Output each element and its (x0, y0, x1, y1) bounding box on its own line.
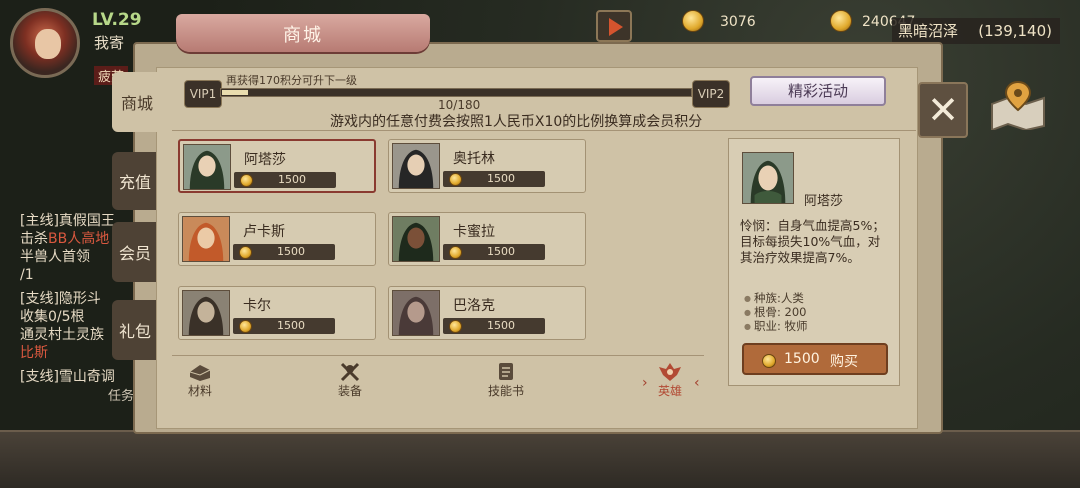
category-label: 英雄 (657, 384, 682, 398)
gold-coin-icon (449, 246, 462, 259)
vip-progress-bar (220, 88, 692, 97)
hero-portrait (392, 290, 440, 336)
quest-more: 任务 (108, 389, 135, 404)
quest-side-2[interactable]: [支线]雪山奇调 任务 (20, 368, 140, 406)
location-name: 黑暗沼泽 (898, 22, 959, 40)
gold-coin-icon (449, 320, 462, 333)
gold-coin-icon (239, 320, 252, 333)
category-label: 材料 (187, 384, 212, 398)
hero-portrait (182, 216, 230, 262)
play-icon[interactable] (596, 10, 632, 42)
category-equipment[interactable]: 装备 (318, 362, 382, 402)
gold-coin-icon (762, 354, 776, 368)
hero-price: 1500 (487, 319, 515, 332)
buy-button[interactable]: 1500 购买 (742, 343, 888, 375)
vip-next-badge: VIP2 (692, 80, 730, 108)
scroll-icon (499, 363, 513, 380)
hero-card[interactable]: 卡蜜拉 1500 (388, 212, 586, 266)
hero-card[interactable]: 阿塔莎 1500 (178, 139, 376, 193)
detail-hero-name: 阿塔莎 (804, 194, 844, 209)
hero-portrait (392, 216, 440, 262)
bottom-hud-bar (0, 430, 1080, 488)
detail-portrait (742, 152, 794, 204)
detail-skill-desc: 怜悯：自身气血提高5%；目标每损失10%气血，对其治疗效果提高7%。 (740, 218, 885, 265)
hero-price: 1500 (487, 172, 515, 185)
tab-recharge[interactable]: 充值 (112, 152, 158, 210)
hero-price-bar: 1500 (443, 171, 545, 187)
gold-coin-icon (240, 174, 253, 187)
hero-portrait (183, 144, 231, 190)
hero-name: 卡蜜拉 (453, 224, 495, 240)
hero-portrait (182, 290, 230, 336)
hero-card[interactable]: 奥托林 1500 (388, 139, 586, 193)
category-heroes[interactable]: 英雄 (638, 362, 702, 402)
gold-coin-icon (682, 10, 704, 32)
gold-amount: 3076 (720, 14, 756, 30)
hero-portrait (392, 143, 440, 189)
hero-card[interactable]: 卢卡斯 1500 (178, 212, 376, 266)
hero-name: 卡尔 (243, 298, 271, 314)
vip-current-badge: VIP1 (184, 80, 222, 108)
category-label: 技能书 (487, 384, 524, 398)
hero-price-bar: 1500 (233, 244, 335, 260)
quest-target: BB人高地 (48, 231, 110, 247)
category-skillbook[interactable]: 技能书 (474, 362, 538, 402)
hero-card[interactable]: 巴洛克 1500 (388, 286, 586, 340)
hero-price: 1500 (277, 319, 305, 332)
hero-price-bar: 1500 (443, 318, 545, 334)
hero-price: 1500 (278, 173, 306, 186)
gold-coin-icon (239, 246, 252, 259)
detail-job: 职业: 牧师 (744, 318, 808, 334)
gold-coin-icon (449, 173, 462, 186)
hero-price: 1500 (487, 245, 515, 258)
tab-member[interactable]: 会员 (112, 222, 158, 282)
tab-gift[interactable]: 礼包 (112, 300, 158, 360)
shop-title: 商城 (283, 25, 323, 46)
event-button[interactable]: 精彩活动 (750, 76, 886, 106)
quest-title: [支线]雪山奇调 (20, 369, 115, 385)
world-map-icon[interactable] (988, 80, 1048, 130)
vip-upgrade-tip: 再获得170积分可升下一级 (226, 74, 357, 87)
equipment-icon (340, 362, 360, 382)
header-divider (172, 130, 916, 131)
hero-card[interactable]: 卡尔 1500 (178, 286, 376, 340)
player-avatar[interactable] (10, 8, 80, 78)
vip-progress-text: 10/180 (438, 98, 481, 112)
buy-price: 1500 (784, 351, 820, 367)
close-icon[interactable]: ✕ (918, 82, 968, 138)
category-label: 装备 (337, 384, 362, 398)
category-materials[interactable]: 材料 (168, 362, 232, 402)
hero-price-bar: 1500 (234, 172, 336, 188)
chevron-left-icon: ‹ (694, 375, 700, 391)
materials-icon (189, 365, 211, 381)
hero-price-bar: 1500 (233, 318, 335, 334)
tab-shop[interactable]: 商城 (112, 72, 162, 132)
shop-title-ribbon: 商城 (176, 14, 430, 52)
hero-name: 巴洛克 (453, 298, 495, 314)
hero-emblem-icon (659, 363, 681, 381)
location-bar[interactable]: 黑暗沼泽 (139,140) (892, 18, 1060, 44)
hero-price-bar: 1500 (443, 244, 545, 260)
location-coords: (139,140) (978, 22, 1052, 40)
category-divider (172, 355, 704, 356)
buy-label: 购买 (830, 354, 858, 370)
hero-name: 卢卡斯 (243, 224, 285, 240)
hero-name: 奥托林 (453, 151, 495, 167)
vip-points-note: 游戏内的任意付费会按照1人民币X10的比例换算成会员积分 (330, 114, 703, 130)
coin-stack-icon (830, 10, 852, 32)
quest-line: 击杀 (20, 231, 48, 247)
hero-name: 阿塔莎 (244, 152, 286, 168)
vip-progress-fill (222, 90, 248, 95)
player-level: LV.29 (92, 10, 142, 30)
hero-price: 1500 (277, 245, 305, 258)
player-name: 我寄 (94, 34, 125, 52)
